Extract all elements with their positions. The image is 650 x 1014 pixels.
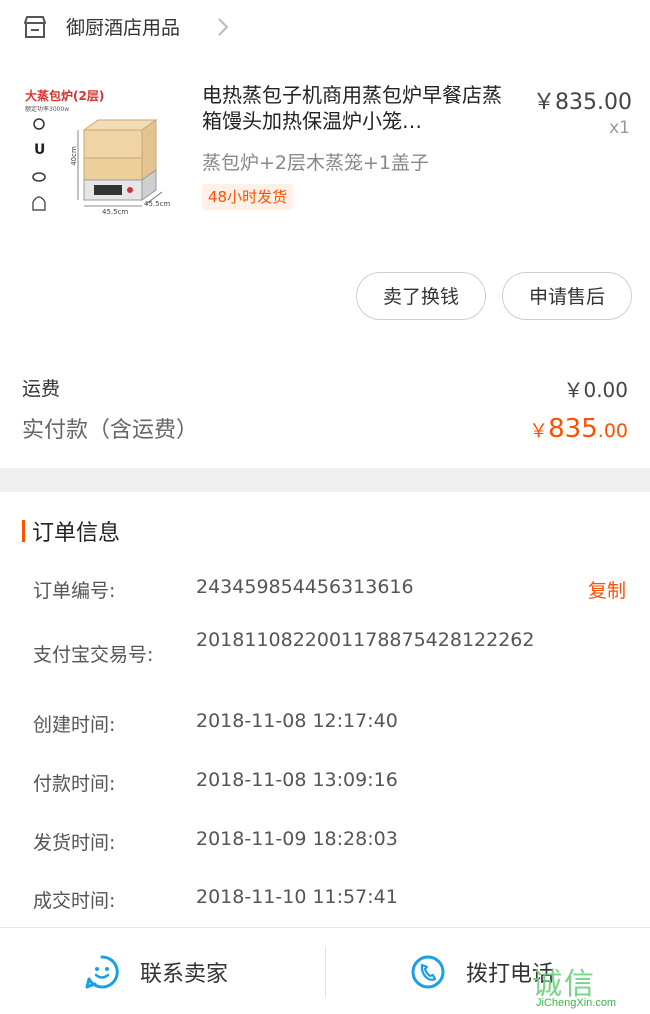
store-icon xyxy=(24,16,46,38)
bottom-bar-divider xyxy=(325,946,326,998)
alipay-trade-value: 2018110822001178875428122262 xyxy=(196,629,535,651)
chevron-right-icon xyxy=(218,18,229,36)
shipping-fee-value: ￥0.00 xyxy=(563,378,628,402)
contact-seller-button[interactable]: 联系卖家 xyxy=(84,950,264,994)
phone-icon xyxy=(411,955,445,989)
completed-time-label: 成交时间: xyxy=(33,890,116,912)
after-sale-button[interactable]: 申请售后 xyxy=(502,272,632,320)
product-price: ￥835.00 xyxy=(533,90,632,115)
shop-header[interactable]: 御厨酒店用品 xyxy=(0,0,650,56)
paid-integer: 835 xyxy=(548,414,598,444)
contact-seller-label: 联系卖家 xyxy=(140,962,229,987)
paid-decimal: .00 xyxy=(597,420,628,442)
section-accent-bar xyxy=(22,520,25,542)
paid-amount-label: 实付款（含运费） xyxy=(22,418,199,443)
section-divider xyxy=(0,468,650,492)
copy-order-number-button[interactable]: 复制 xyxy=(588,576,626,603)
paid-time-value: 2018-11-08 13:09:16 xyxy=(196,769,398,791)
shipping-badge: 48小时发货 xyxy=(202,184,294,210)
dim-depth: 45.5cm xyxy=(144,200,171,208)
shop-name: 御厨酒店用品 xyxy=(66,17,181,39)
paid-amount-value: ￥835.00 xyxy=(529,414,628,444)
product-title[interactable]: 电热蒸包子机商用蒸包炉早餐店蒸箱馒头加热保温炉小笼… xyxy=(202,82,514,134)
sell-button[interactable]: 卖了换钱 xyxy=(356,272,486,320)
chat-smile-icon xyxy=(85,955,119,989)
dim-height: 40cm xyxy=(69,146,78,166)
dim-width: 45.5cm xyxy=(102,208,129,216)
order-info-title: 订单信息 xyxy=(32,521,121,546)
completed-time-value: 2018-11-10 11:57:41 xyxy=(196,886,398,908)
watermark: 诚信 JiChengXin.com xyxy=(532,957,650,1013)
created-time-label: 创建时间: xyxy=(33,714,116,736)
shipped-time-value: 2018-11-09 18:28:03 xyxy=(196,828,398,850)
created-time-value: 2018-11-08 12:17:40 xyxy=(196,710,398,732)
product-quantity: x1 xyxy=(609,118,630,138)
shipped-time-label: 发货时间: xyxy=(33,832,116,854)
order-number-value: 243459854456313616 xyxy=(196,576,414,598)
paid-currency: ￥ xyxy=(529,420,549,442)
order-number-label: 订单编号: xyxy=(33,580,116,602)
watermark-url: JiChengXin.com xyxy=(536,997,617,1009)
svg-text:U: U xyxy=(34,142,45,158)
paid-time-label: 付款时间: xyxy=(33,773,116,795)
product-sku: 蒸包炉+2层木蒸笼+1盖子 xyxy=(202,152,430,174)
product-thumbnail[interactable]: 大蒸包炉(2层) 额定功率3000w U 40cm 45.5cm 45.5cm xyxy=(22,82,172,222)
shipping-fee-label: 运费 xyxy=(22,378,61,400)
alipay-trade-label: 支付宝交易号: xyxy=(33,644,154,666)
